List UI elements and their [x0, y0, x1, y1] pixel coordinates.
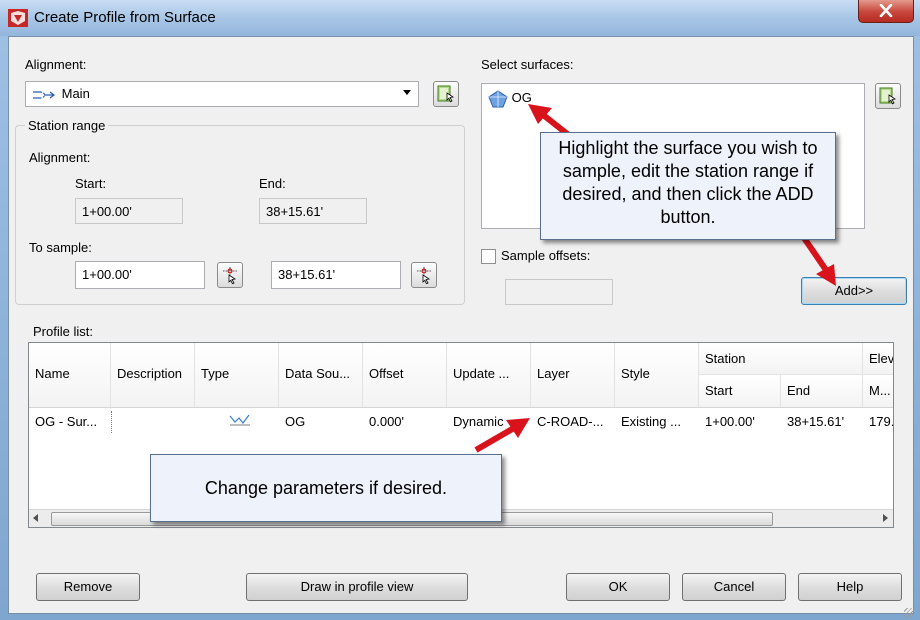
callout-select-surface: Highlight the surface you wish to sample…	[540, 132, 836, 240]
dialog-window: Create Profile from Surface Alignment: M…	[0, 0, 920, 620]
callout-change-parameters: Change parameters if desired.	[150, 454, 502, 522]
arrow-to-row	[474, 425, 516, 453]
annotation-arrows	[474, 104, 836, 453]
resize-grip[interactable]	[904, 608, 914, 618]
